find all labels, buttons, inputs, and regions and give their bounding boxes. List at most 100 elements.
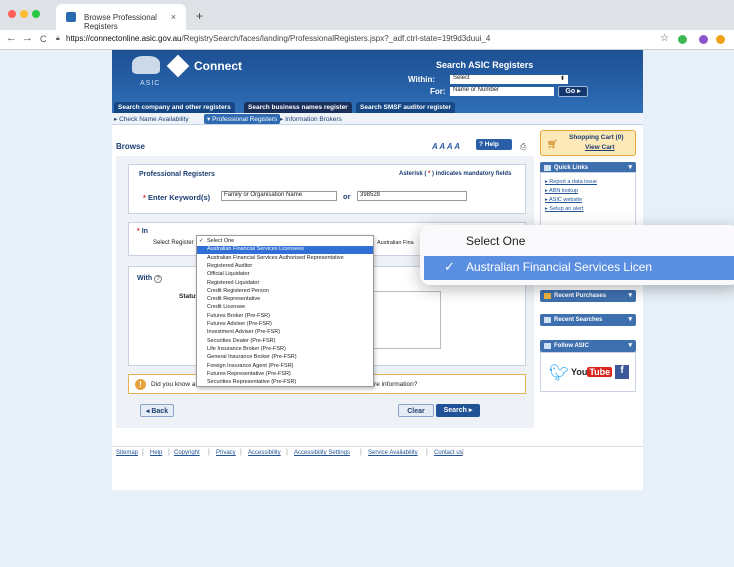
footer-link-accessibility[interactable]: Accessibility: [248, 450, 281, 456]
within-select[interactable]: Select ⬍: [450, 75, 568, 84]
subnav-check-name[interactable]: ▸ Check Name Availability: [114, 115, 189, 123]
keyword-input[interactable]: Family or Organisation Name: [221, 191, 337, 201]
dropdown-option[interactable]: Credit Licensee: [197, 304, 373, 311]
footer-link-service-availability[interactable]: Service Availability: [368, 450, 418, 456]
twitter-icon[interactable]: 🐦︎: [549, 363, 569, 383]
recent-purchases-header[interactable]: Recent Purchases ▾: [540, 290, 636, 302]
coat-of-arms-icon: [132, 56, 160, 74]
dropdown-option[interactable]: Securities Representative (Pre-FSR): [197, 379, 373, 386]
back-nav-icon[interactable]: ←: [6, 32, 17, 44]
font-size-controls[interactable]: A A A A: [432, 142, 460, 151]
social-links: 🐦︎ You Tube f: [540, 352, 636, 392]
follow-asic-header[interactable]: Follow ASIC ▾: [540, 340, 636, 352]
footer-separator: |: [286, 449, 288, 456]
dropdown-option[interactable]: Life Insurance Broker (Pre-FSR): [197, 346, 373, 353]
reload-icon[interactable]: C: [40, 34, 47, 44]
dropdown-option[interactable]: Futures Broker (Pre-FSR): [197, 313, 373, 320]
checkmark-icon: ✓: [199, 238, 204, 244]
dropdown-option[interactable]: Futures Representative (Pre-FSR): [197, 371, 373, 378]
back-label: Back: [151, 408, 169, 415]
page-title: Browse: [116, 142, 145, 151]
footer-link-accessibility-settings[interactable]: Accessibility Settings: [294, 450, 350, 456]
back-button[interactable]: ◂ Back: [140, 404, 174, 417]
for-input[interactable]: Name or Number: [450, 87, 554, 96]
dropdown-option[interactable]: Investment Adviser (Pre-FSR): [197, 329, 373, 336]
footer-link-contact[interactable]: Contact us: [434, 450, 463, 456]
tab-search-business-names[interactable]: Search business names register: [244, 102, 352, 113]
shopping-cart-box: 🛒︎ Shopping Cart (0) View Cart: [540, 130, 636, 156]
address-bar: ← → C 🔒︎ https://connectonline.asic.gov.…: [0, 30, 734, 50]
tab-search-company[interactable]: Search company and other registers: [114, 102, 235, 113]
keyword-label: * Enter Keyword(s): [143, 193, 210, 202]
go-button[interactable]: Go ▸: [558, 86, 588, 97]
dropdown-option[interactable]: Official Liquidator: [197, 271, 373, 278]
zoom-option-afs-licensees[interactable]: ✓ Australian Financial Services Licen: [424, 256, 734, 280]
close-tab-icon[interactable]: ×: [171, 12, 176, 22]
chevron-down-icon: ▾: [628, 342, 632, 349]
select-register-label: Select Register: [153, 240, 194, 246]
quick-link-asic-website[interactable]: ▸ ASIC website: [545, 197, 582, 203]
close-window-icon[interactable]: [8, 10, 16, 18]
search-button[interactable]: Search ▸: [436, 404, 480, 417]
footer-link-privacy[interactable]: Privacy: [216, 450, 236, 456]
quick-link-alert[interactable]: ▸ Setup an alert: [545, 206, 584, 212]
tab-title: Browse Professional Registers: [84, 13, 157, 31]
browser-tab[interactable]: Browse Professional Registers ×: [56, 4, 186, 31]
help-circle-icon[interactable]: ?: [154, 275, 163, 283]
register-select-dropdown[interactable]: ✓ Select One Australian Financial Services…: [196, 235, 374, 387]
clear-button[interactable]: Clear: [398, 404, 434, 417]
minimize-window-icon[interactable]: [20, 10, 28, 18]
dropdown-option-label: Australian Financial Services Authorised…: [207, 254, 344, 261]
go-label: Go: [565, 88, 576, 95]
dropdown-option[interactable]: Australian Financial Services Licensees: [197, 246, 373, 254]
dropdown-option[interactable]: Registered Liquidator: [197, 280, 373, 287]
recent-searches-header[interactable]: Recent Searches ▾: [540, 314, 636, 326]
footer-link-copyright[interactable]: Copyright: [174, 450, 200, 456]
subnav-label: Check Name Availability: [119, 116, 189, 123]
facebook-icon[interactable]: f: [615, 365, 629, 379]
subnav-professional-registers[interactable]: ▾ Professional Registers: [204, 114, 281, 124]
quick-links-title: Quick Links: [554, 165, 589, 171]
dropdown-option[interactable]: Australian Financial Services Authorised…: [197, 255, 373, 262]
dropdown-option[interactable]: Futures Adviser (Pre-FSR): [197, 321, 373, 328]
url-field[interactable]: https://connectonline.asic.gov.au/Regist…: [66, 34, 490, 43]
chevron-down-icon: ▾: [628, 164, 632, 171]
extension-icon[interactable]: [678, 35, 687, 44]
view-cart-link[interactable]: View Cart: [585, 144, 615, 151]
number-input[interactable]: 398528: [357, 191, 467, 201]
quick-link-label: ABN lookup: [549, 188, 579, 194]
tab-search-smsf[interactable]: Search SMSF auditor register: [356, 102, 456, 113]
extension-icon[interactable]: [716, 35, 725, 44]
mandatory-note: Asterisk ( * ) indicates mandatory field…: [399, 171, 511, 177]
youtube-icon[interactable]: You Tube: [571, 367, 613, 377]
dropdown-option[interactable]: Registered Auditor: [197, 263, 373, 270]
profile-icon[interactable]: [699, 35, 708, 44]
search-icon: [544, 317, 551, 323]
new-tab-button[interactable]: +: [196, 9, 203, 23]
bookmark-star-icon[interactable]: ☆: [660, 33, 669, 44]
footer-separator: |: [240, 449, 242, 456]
dropdown-option-label: Registered Auditor: [207, 262, 253, 269]
maximize-window-icon[interactable]: [32, 10, 40, 18]
help-button[interactable]: ? Help: [476, 139, 512, 150]
footer-link-sitemap[interactable]: Sitemap: [116, 450, 138, 456]
forward-nav-icon[interactable]: →: [22, 32, 33, 44]
dropdown-option-label: General Insurance Broker (Pre-FSR): [207, 354, 297, 361]
footer-separator: |: [426, 449, 428, 456]
footer-link-help[interactable]: Help: [150, 450, 162, 456]
quick-link-report[interactable]: ▸ Report a data issue: [545, 179, 597, 185]
zoom-option-select-one[interactable]: Select One: [466, 234, 525, 248]
print-icon[interactable]: ⎙: [520, 142, 526, 152]
dropdown-option[interactable]: Credit Representative: [197, 296, 373, 303]
dropdown-option[interactable]: ✓ Select One: [197, 238, 373, 245]
subnav-information-brokers[interactable]: ▸ Information Brokers: [280, 115, 342, 123]
cart-title: Shopping Cart (0): [569, 134, 624, 141]
dropdown-option-label: Futures Representative (Pre-FSR): [207, 370, 291, 377]
in-label: * In: [137, 228, 148, 235]
dropdown-option[interactable]: General Insurance Broker (Pre-FSR): [197, 354, 373, 361]
quick-link-abn[interactable]: ▸ ABN lookup: [545, 188, 578, 194]
dropdown-option[interactable]: Credit Registered Person: [197, 288, 373, 295]
dropdown-option[interactable]: Foreign Insurance Agent (Pre-FSR): [197, 363, 373, 370]
dropdown-option[interactable]: Securities Dealer (Pre-FSR): [197, 338, 373, 345]
info-icon: !: [135, 379, 146, 390]
